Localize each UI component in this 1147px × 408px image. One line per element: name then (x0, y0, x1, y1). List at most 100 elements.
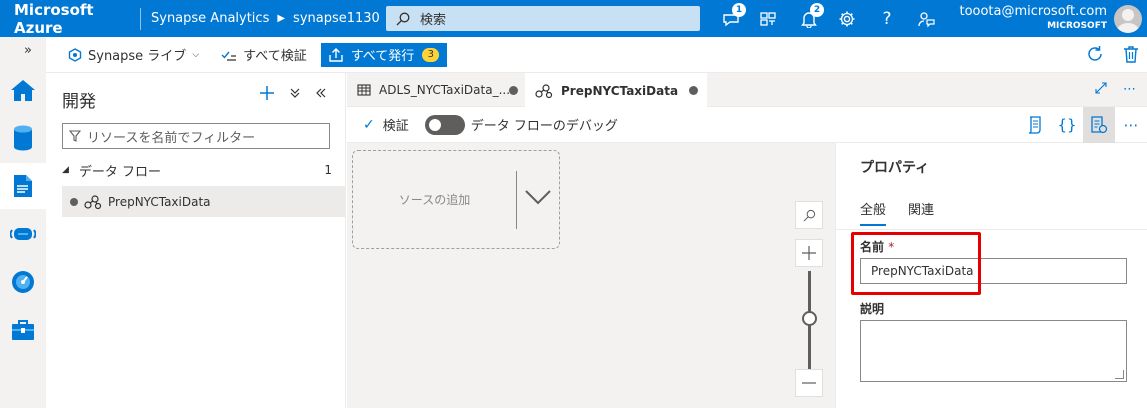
validate-all-button[interactable]: すべて検証 (221, 45, 307, 64)
editor-more-button[interactable]: ⋯ (1115, 107, 1147, 143)
chevron-down-icon: ⌵ (192, 49, 200, 60)
user-email: tooota@microsoft.com (959, 4, 1107, 19)
editor-tabs: ADLS_NYCTaxiData_... PrepNYCTaxiData ⋯ (347, 73, 1147, 108)
monitor-gauge-icon (12, 271, 34, 293)
properties-button[interactable] (1083, 107, 1115, 143)
code-view-button[interactable]: {} (1051, 107, 1083, 143)
home-icon (11, 80, 35, 101)
tab-related[interactable]: 関連 (908, 199, 934, 226)
settings-button[interactable] (834, 6, 860, 32)
description-label: 説明 (860, 302, 885, 316)
publish-all-label: すべて発行 (350, 49, 415, 64)
description-field[interactable] (860, 320, 1127, 382)
synapse-live-dropdown[interactable]: Synapse ライブ ⌵ (68, 45, 199, 64)
pending-changes-badge: 3 (422, 47, 440, 62)
search-icon (803, 209, 815, 221)
dataflow-debug-toggle[interactable] (424, 114, 465, 135)
double-chevron-left-icon (316, 88, 326, 98)
add-source-label: ソースの追加 (398, 193, 471, 207)
avatar[interactable] (1114, 5, 1142, 33)
zoom-slider-handle[interactable] (802, 311, 817, 326)
publish-all-button[interactable]: すべて発行 3 (320, 42, 448, 67)
dataflow-item[interactable]: PrepNYCTaxiData (62, 186, 345, 217)
chevron-down-icon[interactable] (523, 181, 553, 211)
dataflow-canvas[interactable]: ソースの追加 (347, 143, 835, 408)
dataflow-item-label: PrepNYCTaxiData (108, 194, 211, 209)
zoom-out-button[interactable] (795, 369, 823, 397)
caret-down-icon: ◢ (62, 165, 69, 175)
properties-title: プロパティ (860, 160, 930, 176)
help-button[interactable]: ? (874, 6, 900, 32)
zoom-in-button[interactable] (795, 239, 823, 267)
notifications-button[interactable]: 2 (796, 3, 824, 32)
validate-button[interactable]: ✓ 検証 (363, 115, 409, 135)
tab-prepnyctaxidata[interactable]: PrepNYCTaxiData (525, 73, 707, 108)
nav-data[interactable] (0, 115, 46, 161)
canvas-search-button[interactable] (795, 201, 823, 229)
checkmark-icon: ✓ (363, 116, 375, 133)
question-icon: ? (882, 9, 892, 29)
filter-icon (69, 130, 81, 142)
tab-more-button[interactable]: ⋯ (1123, 82, 1136, 97)
maximize-button[interactable] (1095, 82, 1107, 98)
search-input[interactable]: 検索 (386, 6, 700, 31)
tab-label: PrepNYCTaxiData (561, 83, 679, 98)
nav-integrate[interactable] (0, 211, 46, 257)
notification-count-badge: 2 (810, 3, 824, 17)
nav-manage[interactable] (0, 307, 46, 353)
nav-home[interactable] (0, 67, 46, 113)
left-nav-rail: » (0, 37, 46, 408)
plus-icon (260, 86, 274, 100)
nav-monitor[interactable] (0, 259, 46, 305)
azure-brand[interactable]: Microsoft Azure (0, 1, 140, 37)
ellipsis-icon: ⋯ (1123, 116, 1139, 134)
breadcrumb-workspace[interactable]: synapse1130 (293, 11, 380, 26)
panel-title: 開発 (62, 92, 96, 112)
validate-all-label: すべて検証 (243, 49, 307, 64)
minus-icon (802, 382, 816, 384)
script-button[interactable] (1019, 107, 1051, 143)
directory-switch-button[interactable] (755, 6, 781, 32)
synapse-live-label: Synapse ライブ (88, 49, 187, 64)
add-resource-button[interactable] (259, 85, 275, 105)
dataflow-icon (535, 83, 553, 98)
top-bar: Microsoft Azure Synapse Analytics ▶ syna… (0, 0, 1147, 37)
feedback-chat-button[interactable]: 1 (718, 3, 746, 32)
gear-icon (839, 11, 855, 27)
plus-icon (802, 246, 816, 260)
nav-develop[interactable] (0, 163, 46, 209)
divider (140, 7, 141, 30)
database-icon (14, 125, 32, 151)
unsaved-dot-icon (509, 85, 518, 95)
tab-label: ADLS_NYCTaxiData_... (379, 83, 511, 97)
user-tenant: MICROSOFT (1047, 21, 1107, 31)
table-icon (357, 84, 371, 96)
add-source-node[interactable]: ソースの追加 (352, 150, 560, 249)
discard-all-button[interactable] (1123, 45, 1139, 67)
highlight-box (851, 232, 981, 295)
pipeline-icon (10, 228, 36, 240)
divider (836, 229, 1147, 230)
panel-actions (259, 85, 327, 105)
expand-icon (1095, 82, 1107, 94)
validate-list-icon (221, 51, 237, 61)
double-chevron-down-icon (290, 88, 300, 98)
expand-nav-button[interactable]: » (24, 43, 32, 58)
editor-toolbar: ✓ 検証 データ フローのデバッグ {} ⋯ (347, 107, 1147, 143)
command-bar: Synapse ライブ ⌵ すべて検証 すべて発行 3 (46, 37, 1147, 73)
dataflow-section-header[interactable]: ◢ データ フロー 1 (62, 159, 332, 181)
trash-icon (1124, 46, 1138, 63)
feedback-button[interactable] (913, 6, 939, 32)
resource-filter-input[interactable]: リソースを名前でフィルター (62, 123, 330, 149)
collapse-all-button[interactable] (289, 87, 301, 103)
refresh-button[interactable] (1086, 45, 1104, 67)
properties-tabs: 全般 関連 (860, 199, 934, 226)
chevron-right-icon: ▶ (277, 13, 286, 24)
user-account[interactable]: tooota@microsoft.com MICROSOFT (959, 4, 1107, 31)
collapse-panel-button[interactable] (315, 87, 327, 103)
tab-adls-dataset[interactable]: ADLS_NYCTaxiData_... (347, 73, 525, 107)
breadcrumb-service[interactable]: Synapse Analytics (151, 11, 269, 26)
filter-placeholder: リソースを名前でフィルター (87, 130, 256, 146)
tab-general[interactable]: 全般 (860, 199, 887, 226)
feedback-icon (918, 12, 935, 28)
